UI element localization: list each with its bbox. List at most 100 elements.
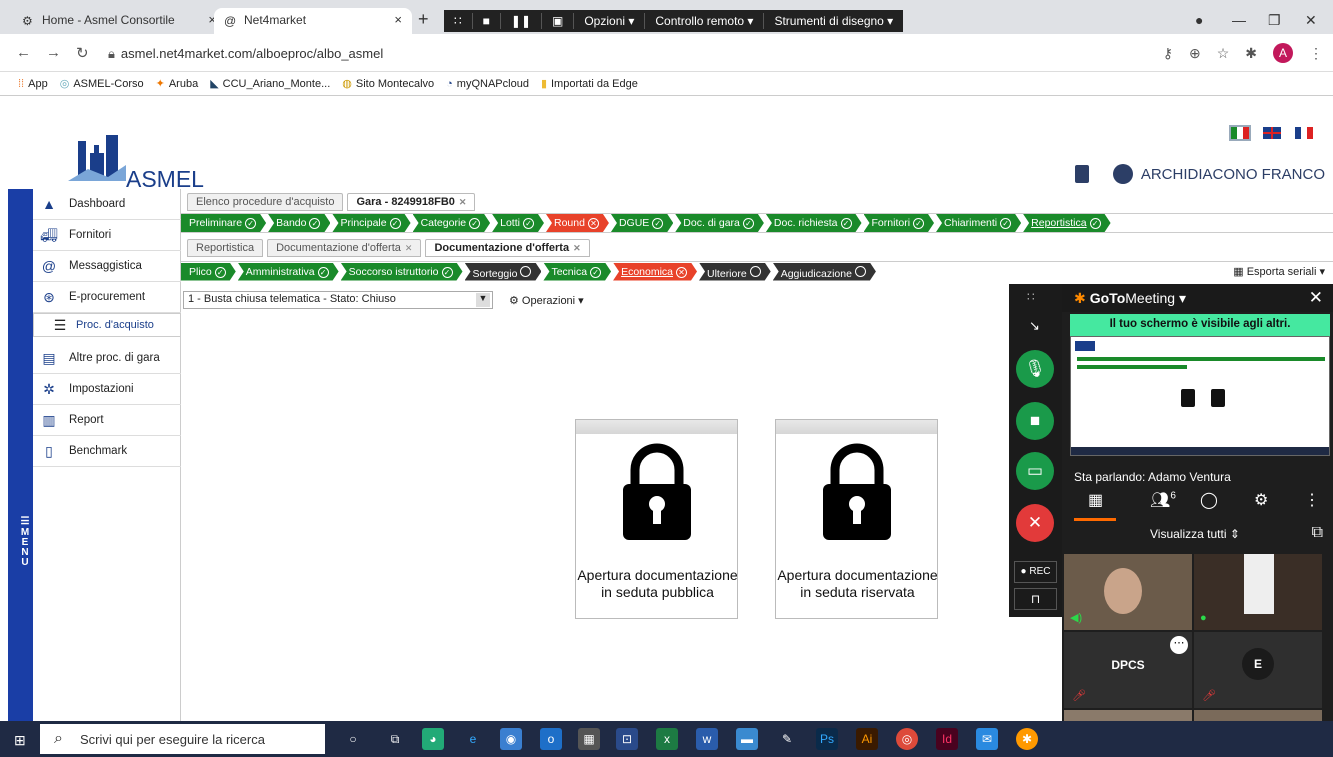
word-icon[interactable]: w [696, 728, 718, 750]
lock-icon[interactable]: ⊓ [1014, 588, 1057, 610]
step-tecnica[interactable]: Tecnica ✓ [543, 263, 611, 281]
profile-icon[interactable]: ● [1195, 12, 1203, 28]
step-plico[interactable]: Plico ✓ [181, 263, 236, 281]
envelope-select[interactable]: 1 - Busta chiusa telematica - Stato: Chi… [183, 291, 493, 309]
flag-italy-icon[interactable] [1229, 125, 1251, 141]
tab-gara[interactable]: Gara - 8249918FB0 ✕ [347, 193, 476, 211]
video-tile-participant[interactable]: ● [1194, 554, 1322, 630]
close-window-icon[interactable]: ✕ [1305, 12, 1317, 29]
close-icon[interactable]: ✕ [459, 197, 467, 207]
edge-icon[interactable]: e [462, 728, 484, 750]
extensions-icon[interactable]: ✱ [1245, 45, 1257, 62]
user-name[interactable]: ARCHIDIACONO FRANCO [1141, 166, 1325, 183]
sidebar-item-dashboard[interactable]: ▲ Dashboard [33, 189, 181, 220]
step-sorteggio[interactable]: Sorteggio [465, 263, 542, 281]
star-icon[interactable]: ☆ [1217, 45, 1230, 62]
explorer-icon[interactable]: ▬ [736, 728, 758, 750]
step-doc-richiesta[interactable]: Doc. richiesta ✓ [766, 214, 862, 232]
step-doc-gara[interactable]: Doc. di gara ✓ [675, 214, 764, 232]
brand-meeting[interactable]: Meeting ▾ [1125, 290, 1186, 307]
app-icon[interactable]: ◕ [422, 728, 444, 750]
new-tab-button[interactable]: + [418, 9, 429, 30]
step-reportistica[interactable]: Reportistica ✓ [1023, 214, 1110, 232]
menu-icon[interactable]: ⋮ [1309, 45, 1323, 62]
step-round[interactable]: Round ✕ [546, 214, 609, 232]
grid-icon[interactable]: ∷ [444, 14, 472, 28]
open-private-session-card[interactable]: Apertura documentazione in seduta riserv… [775, 419, 938, 619]
step-principale[interactable]: Principale ✓ [332, 214, 410, 232]
step-ulteriore[interactable]: Ulteriore [699, 263, 771, 281]
zoom-icon[interactable]: ⊕ [1189, 45, 1201, 62]
step-soccorso-istruttorio[interactable]: Soccorso istruttorio ✓ [341, 263, 463, 281]
store-icon[interactable]: ⊡ [616, 728, 638, 750]
video-tile-dpcs[interactable]: DPCS 🎤︎ ⋯ [1064, 632, 1192, 708]
outlook-icon[interactable]: o [540, 728, 562, 750]
step-dgue[interactable]: DGUE ✓ [611, 214, 673, 232]
task-view-icon[interactable]: ⧉ [384, 728, 406, 750]
participants-icon[interactable]: 👥︎6 [1150, 490, 1176, 510]
forward-icon[interactable]: → [46, 44, 61, 61]
chrome-icon[interactable]: ◎ [896, 728, 918, 750]
bookmark-aruba[interactable]: ✦ Aruba [156, 77, 199, 90]
bookmark-importati[interactable]: ▮ Importati da Edge [541, 77, 638, 90]
sidebar-item-impostazioni[interactable]: ✲ Impostazioni [33, 374, 181, 405]
edge-new-icon[interactable]: ◉ [500, 728, 522, 750]
close-icon[interactable]: ✕ [1309, 288, 1323, 308]
bookmark-apps[interactable]: ⁞⁞ App [18, 78, 48, 90]
reload-icon[interactable]: ↻ [76, 44, 89, 62]
sidebar-item-e-procurement[interactable]: ⊛ E-procurement [33, 282, 181, 313]
restore-icon[interactable]: ❐ [1268, 12, 1281, 29]
menu-toggle-bar[interactable]: ☰ MENU [8, 189, 33, 721]
more-icon[interactable]: ⋮ [1304, 490, 1320, 510]
chat-icon[interactable]: ◯ [1200, 490, 1218, 510]
options-menu[interactable]: Opzioni ▾ [574, 14, 644, 28]
step-lotti[interactable]: Lotti ✓ [492, 214, 544, 232]
camera-icon[interactable]: ■ [1016, 402, 1054, 440]
step-fornitori[interactable]: Fornitori ✓ [864, 214, 935, 232]
paint-icon[interactable]: ✎ [776, 728, 798, 750]
bookmark-ccu[interactable]: ◣ CCU_Ariano_Monte... [210, 77, 330, 90]
sidebar-item-benchmark[interactable]: ▯ Benchmark [33, 436, 181, 467]
microphone-icon[interactable]: 🎙︎ [1016, 350, 1054, 388]
step-aggiudicazione[interactable]: Aggiudicazione [773, 263, 876, 281]
illustrator-icon[interactable]: Ai [856, 728, 878, 750]
close-icon[interactable]: × [394, 12, 402, 27]
sidebar-item-altre-proc[interactable]: ▤ Altre proc. di gara [33, 343, 181, 374]
step-chiarimenti[interactable]: Chiarimenti ✓ [936, 214, 1021, 232]
gotomeeting-icon[interactable]: ✱ [1016, 728, 1038, 750]
grid-view-icon[interactable]: ▦ [1088, 490, 1103, 510]
video-tile-e[interactable]: E 🎤︎ [1194, 632, 1322, 708]
tab-reportistica[interactable]: Reportistica [187, 239, 264, 257]
back-icon[interactable]: ← [16, 44, 31, 61]
collapse-icon[interactable]: ↘ [1029, 318, 1040, 334]
open-public-session-card[interactable]: Apertura documentazione in seduta pubbli… [575, 419, 738, 619]
stop-icon[interactable]: ■ [473, 14, 500, 28]
popout-icon[interactable]: ⧉ [1312, 524, 1323, 542]
step-bando[interactable]: Bando ✓ [268, 214, 330, 232]
taskbar-search[interactable]: ⌕ Scrivi qui per eseguire la ricerca [40, 724, 325, 754]
browser-tab-home[interactable]: ⚙ Home - Asmel Consortile × [12, 8, 226, 34]
record-button[interactable]: ● REC [1014, 561, 1057, 583]
excel-icon[interactable]: x [656, 728, 678, 750]
screen-icon[interactable]: ▣ [542, 14, 573, 28]
more-options-icon[interactable]: ⋯ [1170, 636, 1188, 654]
calculator-icon[interactable]: ▦ [578, 728, 600, 750]
chevron-down-icon[interactable]: ▼ [476, 293, 490, 307]
tab-elenco-procedure[interactable]: Elenco procedure d'acquisto [187, 193, 344, 211]
step-preliminare[interactable]: Preliminare ✓ [181, 214, 266, 232]
windows-start-icon[interactable]: ⊞ [14, 732, 26, 749]
sidebar-item-messaggistica[interactable]: @ Messaggistica [33, 251, 181, 282]
drag-handle-icon[interactable]: ∷ [1027, 290, 1035, 304]
bookmark-asmel-corso[interactable]: ◎ ASMEL-Corso [60, 77, 144, 90]
url-field[interactable]: 🔒︎ asmel.net4market.com/alboeproc/albo_as… [108, 46, 383, 62]
profile-avatar[interactable]: A [1273, 43, 1293, 63]
user-icon[interactable] [1112, 164, 1133, 184]
flag-france-icon[interactable] [1295, 127, 1313, 139]
step-categorie[interactable]: Categorie ✓ [413, 214, 491, 232]
minimize-icon[interactable]: — [1232, 12, 1246, 28]
settings-icon[interactable]: ⚙ [1254, 490, 1268, 510]
tab-documentazione-offerta-2[interactable]: Documentazione d'offerta ✕ [425, 239, 590, 257]
tab-documentazione-offerta-1[interactable]: Documentazione d'offerta ✕ [267, 239, 422, 257]
pause-icon[interactable]: ❚❚ [501, 14, 541, 28]
operations-button[interactable]: ⚙ Operazioni ▾ [509, 294, 584, 307]
